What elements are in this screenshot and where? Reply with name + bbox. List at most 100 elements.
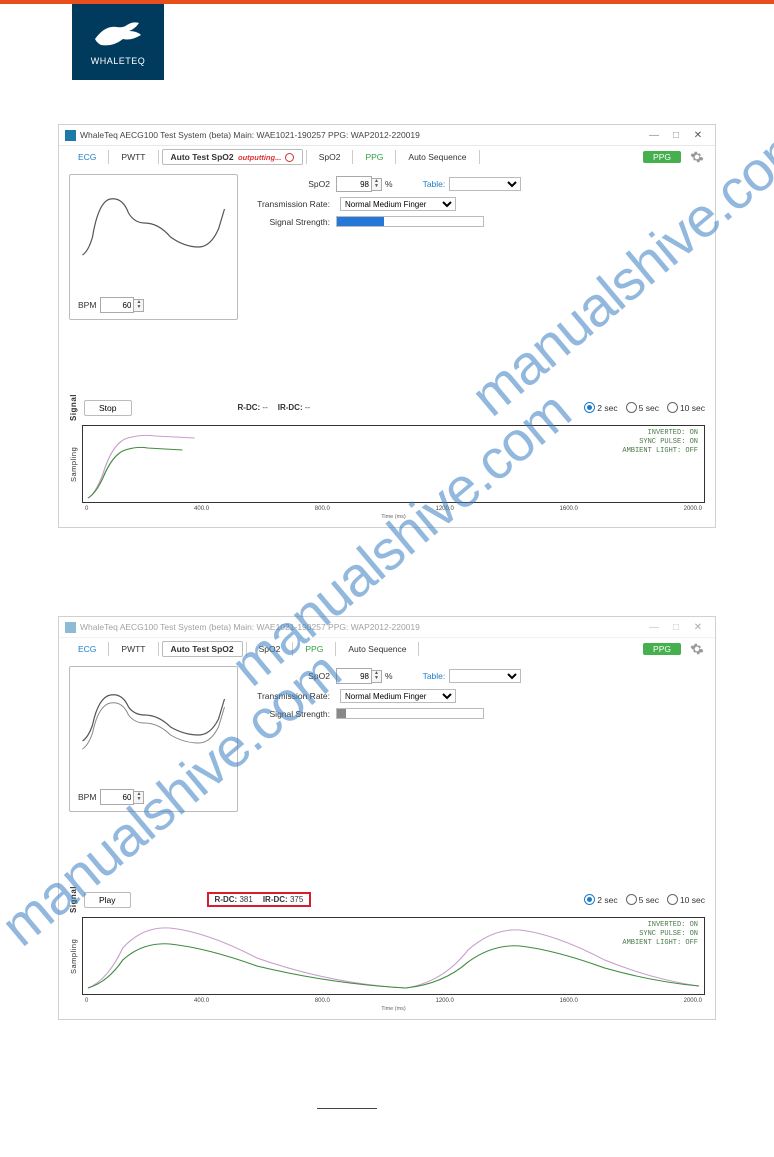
signal-section-label: Signal xyxy=(69,394,78,421)
whale-icon xyxy=(93,19,143,53)
gear-icon xyxy=(690,150,704,164)
table-label: Table: xyxy=(423,179,446,189)
settings-button[interactable] xyxy=(689,149,705,165)
time-window-radios: 2 sec 5 sec 10 sec xyxy=(584,402,705,413)
r-dc-value: 381 xyxy=(239,895,252,904)
window-title: WhaleTeq AECG100 Test System (beta) Main… xyxy=(80,622,643,632)
spo2-spinner[interactable]: ▲▼ xyxy=(372,178,382,191)
transmission-rate-label: Transmission Rate: xyxy=(248,691,336,701)
tab-label: Auto Test SpO2 xyxy=(171,152,234,162)
bpm-spinner[interactable]: ▲▼ xyxy=(134,299,144,312)
radio-2sec[interactable]: 2 sec xyxy=(584,894,617,905)
app-icon xyxy=(65,622,76,633)
sampling-chart: INVERTED: ONSYNC PULSE: ONAMBIENT LIGHT:… xyxy=(82,425,705,503)
time-window-radios: 2 sec 5 sec 10 sec xyxy=(584,894,705,905)
sampling-section-label: Sampling xyxy=(69,425,78,503)
tab-bar: ECG PWTT Auto Test SpO2 outputting... Sp… xyxy=(59,146,715,168)
stop-button[interactable]: Stop xyxy=(84,400,132,416)
waveform-chart xyxy=(74,671,233,759)
close-button[interactable]: ✕ xyxy=(687,130,709,141)
dc-readout: R-DC: -- IR-DC: -- xyxy=(238,403,311,412)
table-select[interactable] xyxy=(449,669,521,683)
window-title: WhaleTeq AECG100 Test System (beta) Main… xyxy=(80,130,643,140)
bpm-control: BPM ▲▼ xyxy=(78,789,144,805)
radio-2sec[interactable]: 2 sec xyxy=(584,402,617,413)
signal-strength-slider[interactable] xyxy=(336,708,484,719)
tab-ppg[interactable]: PPG xyxy=(296,641,332,657)
tab-bar: ECG PWTT Auto Test SpO2 SpO2 PPG Auto Se… xyxy=(59,638,715,660)
radio-5sec[interactable]: 5 sec xyxy=(626,894,659,905)
tab-auto-sequence[interactable]: Auto Sequence xyxy=(399,149,475,165)
page-footer xyxy=(0,1108,774,1157)
transmission-rate-select[interactable]: Normal Medium Finger xyxy=(340,197,456,211)
x-tick-labels: 0400.0800.01200.01600.02000.0 xyxy=(83,506,704,512)
tab-auto-sequence[interactable]: Auto Sequence xyxy=(339,641,415,657)
tab-ppg[interactable]: PPG xyxy=(356,149,392,165)
settings-button[interactable] xyxy=(689,641,705,657)
signal-section-label: Signal xyxy=(69,886,78,913)
table-select[interactable] xyxy=(449,177,521,191)
sampling-section-label: Sampling xyxy=(69,917,78,995)
x-axis-title: Time (ms) xyxy=(83,1006,704,1012)
play-button[interactable]: Play xyxy=(84,892,131,908)
parameters-panel: SpO2 ▲▼ % Table: Transmission Rate: Norm… xyxy=(248,174,705,320)
ir-dc-value: -- xyxy=(305,403,310,412)
bpm-input[interactable] xyxy=(100,789,134,805)
ppg-mode-badge[interactable]: PPG xyxy=(643,151,681,163)
maximize-button[interactable]: □ xyxy=(665,622,687,633)
waveform-chart xyxy=(74,179,233,267)
r-dc-label: R-DC: xyxy=(215,895,238,904)
spo2-label: SpO2 xyxy=(248,179,336,189)
radio-10sec[interactable]: 10 sec xyxy=(667,402,705,413)
bpm-input[interactable] xyxy=(100,297,134,313)
recording-dot-icon xyxy=(285,153,294,162)
signal-strength-slider[interactable] xyxy=(336,216,484,227)
tab-pwtt[interactable]: PWTT xyxy=(112,641,154,657)
bpm-control: BPM ▲▼ xyxy=(78,297,144,313)
signal-control-row: Signal Stop R-DC: -- IR-DC: -- 2 sec 5 s… xyxy=(59,392,715,423)
radio-10sec[interactable]: 10 sec xyxy=(667,894,705,905)
tab-ecg[interactable]: ECG xyxy=(69,149,105,165)
bpm-label: BPM xyxy=(78,300,96,310)
waveform-preview: BPM ▲▼ xyxy=(69,666,238,812)
logo-container: WHALETEQ xyxy=(0,4,774,80)
ppg-mode-badge[interactable]: PPG xyxy=(643,643,681,655)
pct-label: % xyxy=(385,179,393,189)
r-dc-label: R-DC: xyxy=(238,403,261,412)
close-button[interactable]: ✕ xyxy=(687,622,709,633)
ir-dc-label: IR-DC: xyxy=(278,403,303,412)
tab-pwtt[interactable]: PWTT xyxy=(112,149,154,165)
r-dc-value: -- xyxy=(262,403,267,412)
tab-ecg[interactable]: ECG xyxy=(69,641,105,657)
pct-label: % xyxy=(385,671,393,681)
table-label: Table: xyxy=(423,671,446,681)
minimize-button[interactable]: — xyxy=(643,130,665,141)
signal-control-row: Signal Play R-DC: 381 IR-DC: 375 2 sec 5… xyxy=(59,884,715,915)
titlebar: WhaleTeq AECG100 Test System (beta) Main… xyxy=(59,125,715,146)
bpm-spinner[interactable]: ▲▼ xyxy=(134,791,144,804)
x-tick-labels: 0400.0800.01200.01600.02000.0 xyxy=(83,998,704,1004)
titlebar: WhaleTeq AECG100 Test System (beta) Main… xyxy=(59,617,715,638)
tab-spo2[interactable]: SpO2 xyxy=(250,641,290,657)
spo2-input[interactable] xyxy=(336,176,372,192)
radio-5sec[interactable]: 5 sec xyxy=(626,402,659,413)
sampling-chart: INVERTED: ONSYNC PULSE: ONAMBIENT LIGHT:… xyxy=(82,917,705,995)
minimize-button[interactable]: — xyxy=(643,622,665,633)
tab-auto-test-spo2[interactable]: Auto Test SpO2 outputting... xyxy=(162,149,303,165)
outputting-indicator: outputting... xyxy=(238,153,281,162)
app-window-2: WhaleTeq AECG100 Test System (beta) Main… xyxy=(58,616,716,1020)
chart-status-overlay: INVERTED: ONSYNC PULSE: ONAMBIENT LIGHT:… xyxy=(622,921,698,948)
spo2-spinner[interactable]: ▲▼ xyxy=(372,670,382,683)
bpm-label: BPM xyxy=(78,792,96,802)
maximize-button[interactable]: □ xyxy=(665,130,687,141)
transmission-rate-select[interactable]: Normal Medium Finger xyxy=(340,689,456,703)
spo2-label: SpO2 xyxy=(248,671,336,681)
tab-auto-test-spo2[interactable]: Auto Test SpO2 xyxy=(162,641,243,657)
spo2-input[interactable] xyxy=(336,668,372,684)
dc-readout-highlighted: R-DC: 381 IR-DC: 375 xyxy=(207,892,312,907)
tab-spo2[interactable]: SpO2 xyxy=(310,149,350,165)
logo-text: WHALETEQ xyxy=(91,56,146,66)
app-window-1: WhaleTeq AECG100 Test System (beta) Main… xyxy=(58,124,716,528)
ir-dc-label: IR-DC: xyxy=(263,895,288,904)
waveform-preview: BPM ▲▼ xyxy=(69,174,238,320)
